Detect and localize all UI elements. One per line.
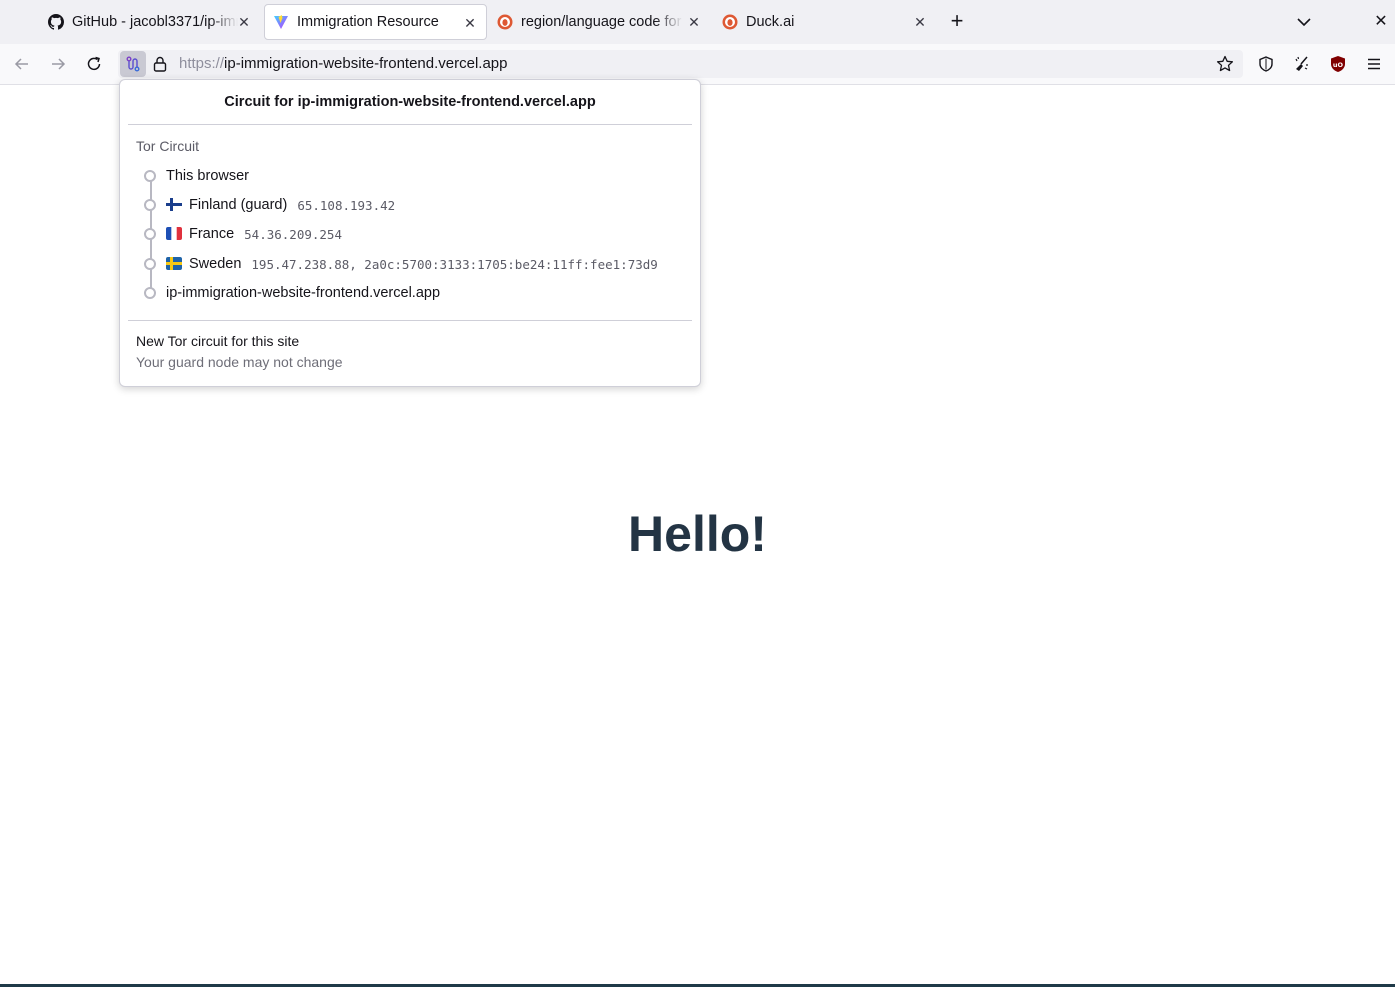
node-label: ip-immigration-website-frontend.vercel.a… [166, 285, 441, 301]
close-tab-icon[interactable]: ✕ [236, 14, 252, 30]
forward-icon[interactable] [46, 52, 70, 76]
menu-icon[interactable] [1362, 52, 1386, 76]
node-dot [144, 199, 156, 211]
tab-github[interactable]: GitHub - jacobl3371/ip-immigration-websi… [40, 4, 262, 40]
ublock-origin-icon[interactable]: uO [1326, 52, 1350, 76]
circuit-panel-title: Circuit for ip-immigration-website-front… [224, 94, 596, 110]
vite-icon [273, 14, 289, 30]
bookmark-star-icon[interactable] [1216, 55, 1234, 73]
close-tab-icon[interactable]: ✕ [462, 15, 478, 31]
circuit-node-browser: This browser [120, 166, 249, 186]
node-label: This browser [166, 168, 249, 184]
circuit-node-middle: France 54.36.209.254 [120, 224, 342, 244]
url-text[interactable]: https://ip-immigration-website-frontend.… [179, 55, 508, 72]
tor-circuit-icon[interactable] [120, 51, 146, 77]
node-label: Sweden [189, 256, 242, 272]
france-flag-icon [166, 227, 182, 240]
svg-text:uO: uO [1333, 61, 1344, 69]
page-heading: Hello! [628, 506, 767, 562]
tab-immigration-resource[interactable]: Immigration Resource ✕ [264, 4, 487, 40]
url-scheme: https:// [179, 55, 225, 72]
tab-title: Immigration Resource [297, 14, 439, 30]
tab-title: region/language code for [521, 14, 683, 30]
tab-title: GitHub - jacobl3371/ip-immigration-websi… [72, 14, 238, 30]
github-icon [48, 14, 64, 30]
circuit-node-guard: Finland (guard) 65.108.193.42 [120, 195, 395, 215]
lock-icon[interactable] [153, 56, 167, 72]
duckduckgo-icon [722, 14, 738, 30]
divider [128, 320, 692, 321]
finland-flag-icon [166, 198, 182, 211]
reload-icon[interactable] [82, 52, 106, 76]
circuit-node-site: ip-immigration-website-frontend.vercel.a… [120, 283, 440, 303]
node-label: Finland (guard) [189, 197, 288, 213]
url-host: ip-immigration-website-frontend.vercel.a… [224, 55, 508, 72]
tab-strip: GitHub - jacobl3371/ip-immigration-websi… [0, 0, 1395, 44]
tab-region-language[interactable]: region/language code for ✕ [489, 4, 711, 40]
back-icon[interactable] [10, 52, 34, 76]
new-tab-button[interactable]: + [946, 10, 968, 33]
list-all-tabs-icon[interactable] [1294, 12, 1314, 32]
url-bar[interactable]: https://ip-immigration-website-frontend.… [118, 50, 1243, 78]
node-ip: 54.36.209.254 [244, 226, 342, 242]
divider [128, 124, 692, 125]
tab-title: Duck.ai [746, 14, 795, 30]
duckduckgo-icon [497, 14, 513, 30]
node-ip: 65.108.193.42 [297, 197, 396, 213]
node-label: France [189, 226, 235, 242]
node-dot [144, 287, 156, 299]
new-circuit-note: Your guard node may not change [136, 354, 343, 370]
tor-circuit-panel: Circuit for ip-immigration-website-front… [119, 79, 701, 387]
close-tab-icon[interactable]: ✕ [686, 14, 702, 30]
close-tab-icon[interactable]: ✕ [912, 14, 928, 30]
tor-circuit-heading: Tor Circuit [136, 138, 200, 154]
sweden-flag-icon [166, 257, 182, 270]
tab-duck-ai[interactable]: Duck.ai ✕ [714, 4, 936, 40]
node-ip: 195.47.238.88, 2a0c:5700:3133:1705:be24:… [251, 256, 658, 272]
node-dot [144, 228, 156, 240]
node-dot [144, 258, 156, 270]
new-tor-circuit-button[interactable]: New Tor circuit for this site [136, 333, 299, 349]
node-dot [144, 170, 156, 182]
shield-icon[interactable] [1254, 52, 1278, 76]
circuit-node-exit: Sweden 195.47.238.88, 2a0c:5700:3133:170… [120, 254, 658, 274]
close-window-icon[interactable]: ✕ [1372, 12, 1390, 32]
new-identity-broom-icon[interactable] [1290, 52, 1314, 76]
